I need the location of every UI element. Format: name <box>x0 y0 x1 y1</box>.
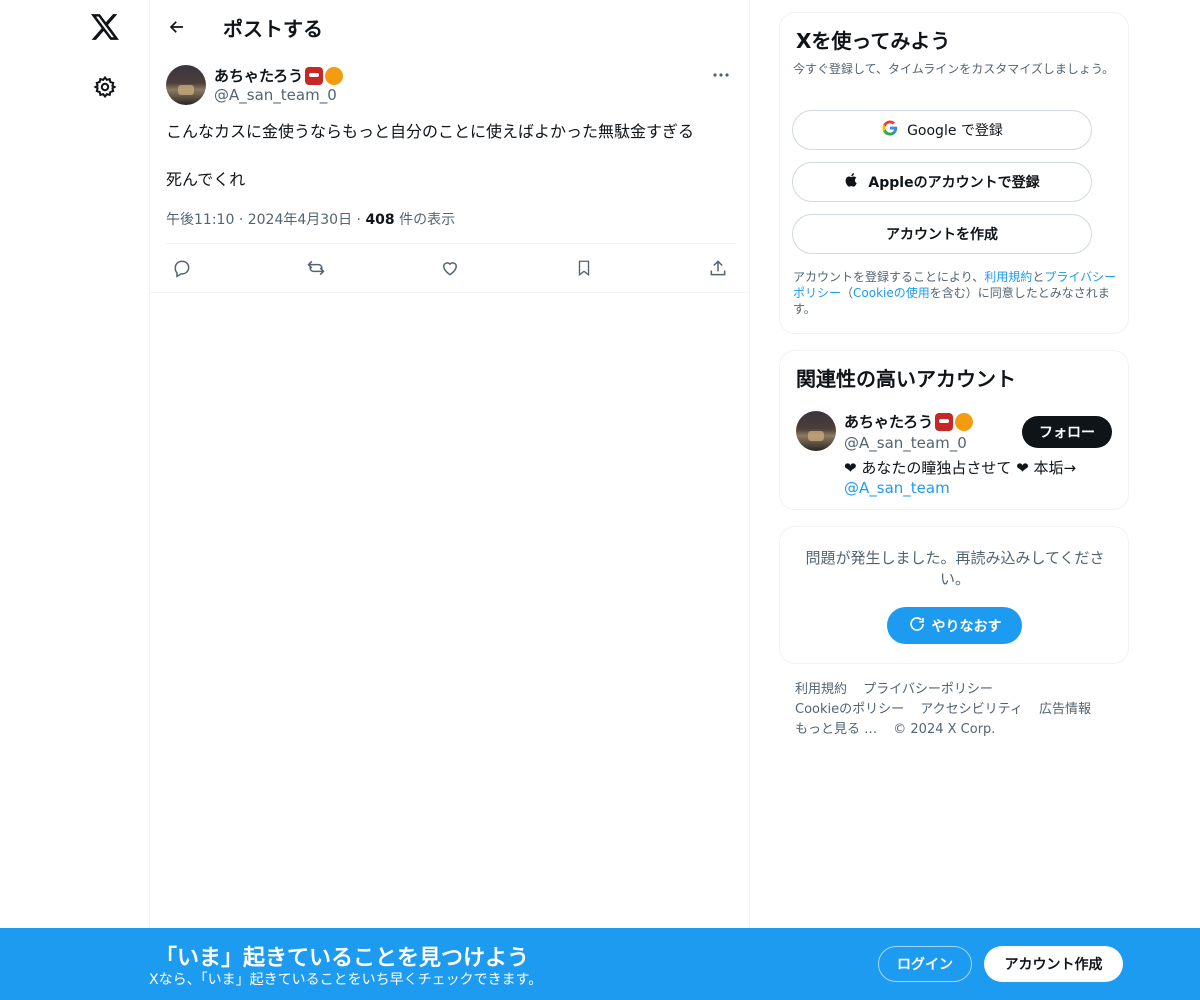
terms-and: と <box>1032 270 1045 284</box>
meta-separator: · <box>238 212 244 228</box>
post-date[interactable]: 2024年4月30日 <box>248 212 352 228</box>
ogre-emoji-icon <box>935 412 954 431</box>
terms-link[interactable]: 利用規約 <box>984 270 1032 284</box>
signup-button[interactable]: アカウント作成 <box>984 946 1123 982</box>
signup-subtitle: 今すぐ登録して、タイムラインをカスタマイズしましょう。 <box>793 62 1115 76</box>
divider <box>166 243 736 244</box>
left-nav <box>0 0 150 1000</box>
post-meta: 午後11:10 · 2024年4月30日 · 408 件の表示 <box>166 209 455 229</box>
create-account-button[interactable]: アカウントを作成 <box>792 214 1092 254</box>
ogre-emoji-icon <box>305 66 324 85</box>
page-title: ポストする <box>223 17 323 41</box>
meta-separator: · <box>356 212 361 228</box>
avatar[interactable] <box>796 411 836 451</box>
follow-button[interactable]: フォロー <box>1022 416 1112 448</box>
gear-icon[interactable] <box>90 72 120 102</box>
bio-text: ❤ あなたの瞳独占させて ❤ 本垢→ <box>844 459 1077 477</box>
error-card: 問題が発生しました。再読み込みしてください。 やりなおす <box>779 526 1129 664</box>
apple-icon <box>844 171 860 193</box>
author-name-text: あちゃたろう <box>214 67 304 85</box>
terms-notice: アカウントを登録することにより、利用規約とプライバシーポリシー（Cookieの使… <box>793 269 1121 317</box>
bookmark-icon[interactable] <box>572 256 596 280</box>
related-title: 関連性の高いアカウント <box>796 367 1016 391</box>
footer-links: 利用規約 プライバシーポリシー Cookieのポリシー アクセシビリティ 広告情… <box>795 680 1125 740</box>
divider <box>150 292 750 293</box>
related-account-name[interactable]: あちゃたろう <box>844 411 974 432</box>
related-accounts-card: 関連性の高いアカウント あちゃたろう @A_san_team_0 フォロー ❤ … <box>779 350 1129 510</box>
bio-link[interactable]: @A_san_team <box>844 479 950 497</box>
orange-emoji-icon <box>325 66 344 85</box>
reply-icon[interactable] <box>170 256 194 280</box>
bottom-bar-title: 「いま」起きていることを見つけよう <box>155 946 530 971</box>
post-text-line2: 死んでくれ <box>166 170 246 189</box>
bottom-bar-subtitle: Xなら、「いま」起きていることをいち早くチェックできます。 <box>149 972 543 988</box>
refresh-icon <box>908 615 926 637</box>
main-column: ポストする あちゃたろう @A_san_team_0 こんなカスに金使うならもっ… <box>149 0 750 1000</box>
terms-prefix: アカウントを登録することにより、 <box>793 270 985 284</box>
like-icon[interactable] <box>438 256 462 280</box>
footer-link[interactable]: プライバシーポリシー <box>863 682 993 697</box>
error-message: 問題が発生しました。再読み込みしてください。 <box>805 549 1105 588</box>
footer-link[interactable]: Cookieのポリシー <box>795 702 904 717</box>
apple-signup-button[interactable]: Appleのアカウントで登録 <box>792 162 1092 202</box>
footer-link[interactable]: 利用規約 <box>795 682 847 697</box>
bottom-signup-bar: 「いま」起きていることを見つけよう Xなら、「いま」起きていることをいち早くチェ… <box>0 928 1200 1000</box>
back-arrow-icon[interactable] <box>164 14 190 40</box>
post-text-line1: こんなカスに金使うならもっと自分のことに使えばよかった無駄金すぎる <box>166 122 695 141</box>
copyright: © 2024 X Corp. <box>893 722 996 737</box>
footer-link[interactable]: もっと見る … <box>795 722 877 737</box>
post-actions <box>166 256 736 280</box>
related-name-text: あちゃたろう <box>844 413 934 431</box>
create-account-label: アカウントを作成 <box>886 227 998 243</box>
signup-card: Xを使ってみよう 今すぐ登録して、タイムラインをカスタマイズしましょう。 Goo… <box>779 12 1129 334</box>
google-icon <box>881 119 899 141</box>
post-author-name[interactable]: あちゃたろう <box>214 65 344 86</box>
share-icon[interactable] <box>706 256 730 280</box>
views-count: 408 <box>365 212 395 228</box>
google-signup-button[interactable]: Google で登録 <box>792 110 1092 150</box>
retry-button[interactable]: やりなおす <box>887 607 1022 644</box>
footer-link[interactable]: 広告情報 <box>1039 702 1091 717</box>
post-author-handle[interactable]: @A_san_team_0 <box>214 86 337 104</box>
x-logo-icon[interactable] <box>88 10 122 44</box>
cookie-link[interactable]: Cookieの使用 <box>853 286 930 300</box>
views-label: 件の表示 <box>399 212 456 228</box>
cookie-open: （ <box>841 286 854 300</box>
apple-signup-label: Appleのアカウントで登録 <box>868 175 1040 191</box>
repost-icon[interactable] <box>304 256 328 280</box>
retry-label: やりなおす <box>931 618 1002 635</box>
google-signup-label: Google で登録 <box>907 123 1003 139</box>
related-account-handle[interactable]: @A_san_team_0 <box>844 434 967 452</box>
related-account-bio: ❤ あなたの瞳独占させて ❤ 本垢→ @A_san_team <box>844 458 1114 498</box>
page-header: ポストする <box>150 0 750 53</box>
post-time[interactable]: 午後11:10 <box>166 212 234 228</box>
login-button[interactable]: ログイン <box>878 946 972 982</box>
avatar[interactable] <box>166 65 206 105</box>
orange-emoji-icon <box>955 412 974 431</box>
footer-link[interactable]: アクセシビリティ <box>920 702 1023 717</box>
signup-title: Xを使ってみよう <box>796 29 951 53</box>
more-icon[interactable] <box>706 65 736 85</box>
